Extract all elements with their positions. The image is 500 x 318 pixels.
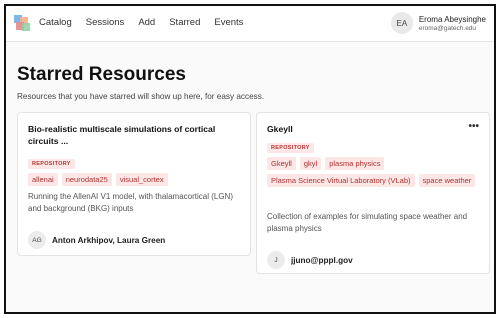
nav-links: Catalog Sessions Add Starred Events [39,17,243,28]
nav-item-add[interactable]: Add [138,17,155,28]
card-description: Collection of examples for simulating sp… [267,212,468,233]
author-avatar: J [267,251,285,269]
tag-gkeyll[interactable]: Gkeyll [267,157,296,170]
card-title[interactable]: Gkeyll [267,123,477,135]
tag-neurodata25[interactable]: neurodata25 [61,173,112,186]
tag-vlab[interactable]: Plasma Science Virtual Laboratory (VLab) [267,174,415,187]
card-description: Running the AllenAI V1 model, with thala… [28,192,233,213]
tag-list: allenai neurodata25 visual_cortex [28,173,243,186]
type-badge: REPOSITORY [267,143,314,153]
tag-list: Gkeyll gkyl plasma physics Plasma Scienc… [267,157,482,187]
user-info: Eroma Abeysinghe eroma@gatech.edu [419,15,486,32]
card-title[interactable]: Bio-realistic multiscale simulations of … [28,123,238,147]
user-avatar[interactable]: EA [390,12,413,34]
tag-allenai[interactable]: allenai [28,173,58,186]
author-avatar: AG [28,231,46,249]
tag-space-weather[interactable]: space weather [418,174,476,187]
author-name: Anton Arkhipov, Laura Green [52,235,166,245]
resource-card[interactable]: Gkeyll ••• REPOSITORY Gkeyll gkyl plasma… [256,112,490,274]
more-options-icon[interactable]: ••• [468,121,479,132]
top-nav: Catalog Sessions Add Starred Events EA E… [6,6,494,42]
tag-visual-cortex[interactable]: visual_cortex [115,173,168,186]
user-name: Eroma Abeysinghe [418,14,486,24]
page-subtitle: Resources that you have starred will sho… [17,92,265,101]
app-logo[interactable] [14,15,30,31]
author-row: AG Anton Arkhipov, Laura Green [28,231,165,249]
logo-square-4 [22,23,30,31]
type-badge: REPOSITORY [28,159,75,169]
author-name: jjuno@pppl.gov [291,255,353,265]
nav-item-events[interactable]: Events [214,17,243,28]
nav-item-sessions[interactable]: Sessions [86,17,125,28]
user-email: eroma@gatech.edu [418,24,477,32]
resource-card[interactable]: Bio-realistic multiscale simulations of … [17,112,251,256]
nav-item-starred[interactable]: Starred [169,17,200,28]
user-menu[interactable]: EA Eroma Abeysinghe eroma@gatech.edu [390,12,486,34]
app-window: Catalog Sessions Add Starred Events EA E… [4,4,496,314]
nav-item-catalog[interactable]: Catalog [39,17,72,28]
tag-gkyl[interactable]: gkyl [299,157,322,170]
author-row: J jjuno@pppl.gov [267,251,353,269]
page-title: Starred Resources [17,64,186,85]
tag-plasma-physics[interactable]: plasma physics [325,157,385,170]
